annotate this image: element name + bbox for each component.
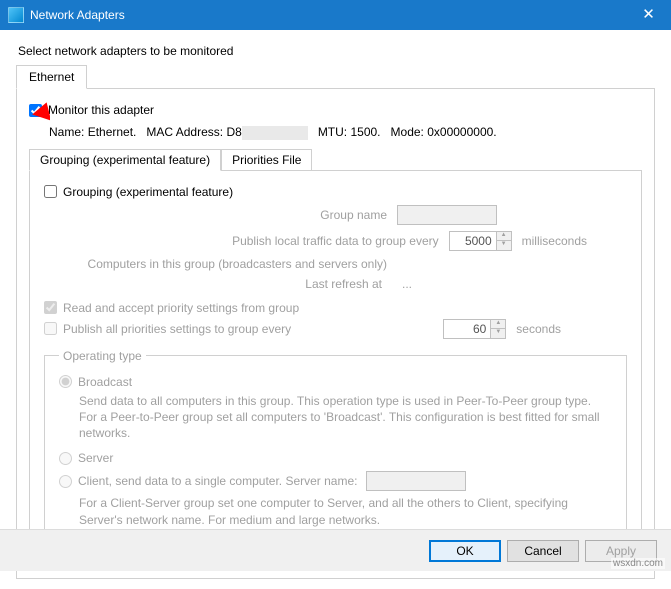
titlebar[interactable]: Network Adapters ✕	[0, 0, 671, 30]
watermark: wsxdn.com	[611, 558, 665, 569]
seconds-label: seconds	[516, 322, 561, 336]
publish-interval-label: Publish local traffic data to group ever…	[44, 234, 449, 248]
monitor-adapter-checkbox[interactable]	[29, 104, 42, 117]
read-accept-label: Read and accept priority settings from g…	[63, 301, 299, 315]
obscured-mac	[242, 126, 308, 140]
publish-interval-spinner[interactable]: ▲ ▼	[449, 231, 512, 251]
close-icon[interactable]: ✕	[626, 0, 671, 30]
read-accept-checkbox[interactable]	[44, 301, 57, 314]
monitor-adapter-row: Monitor this adapter	[29, 103, 642, 117]
operating-type-legend: Operating type	[59, 349, 146, 363]
window-title: Network Adapters	[30, 8, 626, 22]
server-name-input[interactable]	[366, 471, 466, 491]
client-radio[interactable]	[59, 475, 72, 488]
publish-all-input[interactable]	[443, 319, 491, 339]
cancel-button[interactable]: Cancel	[507, 540, 579, 562]
spinner-up-icon[interactable]: ▲	[491, 320, 505, 329]
tab-ethernet[interactable]: Ethernet	[16, 65, 87, 89]
broadcast-desc: Send data to all computers in this group…	[79, 393, 612, 442]
grouping-label: Grouping (experimental feature)	[63, 185, 233, 199]
server-radio[interactable]	[59, 452, 72, 465]
publish-interval-input[interactable]	[449, 231, 497, 251]
publish-all-label: Publish all priorities settings to group…	[63, 322, 443, 336]
tab-grouping[interactable]: Grouping (experimental feature)	[29, 149, 221, 171]
last-refresh-label: Last refresh at	[44, 277, 392, 291]
adapter-info-line: Name: Ethernet. MAC Address: D8 MTU: 150…	[49, 125, 642, 140]
group-name-input[interactable]	[397, 205, 497, 225]
milliseconds-label: milliseconds	[522, 234, 587, 248]
group-name-label: Group name	[44, 208, 397, 222]
computers-note: Computers in this group (broadcasters an…	[44, 257, 397, 271]
server-label: Server	[78, 451, 113, 465]
tab-priorities-file[interactable]: Priorities File	[221, 149, 312, 171]
client-label: Client, send data to a single computer. …	[78, 474, 358, 488]
broadcast-radio[interactable]	[59, 375, 72, 388]
ok-button[interactable]: OK	[429, 540, 501, 562]
spinner-down-icon[interactable]: ▼	[497, 241, 511, 250]
broadcast-label: Broadcast	[78, 375, 132, 389]
spinner-up-icon[interactable]: ▲	[497, 232, 511, 241]
spinner-down-icon[interactable]: ▼	[491, 329, 505, 338]
client-desc: For a Client-Server group set one comput…	[79, 495, 612, 527]
app-icon	[8, 7, 24, 23]
instruction-text: Select network adapters to be monitored	[18, 44, 655, 58]
publish-all-spinner[interactable]: ▲ ▼	[443, 319, 506, 339]
last-refresh-value: ...	[402, 277, 412, 291]
grouping-checkbox[interactable]	[44, 185, 57, 198]
operating-type-group: Operating type Broadcast Send data to al…	[44, 349, 627, 553]
button-bar: OK Cancel Apply	[0, 529, 671, 571]
publish-all-checkbox[interactable]	[44, 322, 57, 335]
monitor-adapter-label: Monitor this adapter	[48, 103, 154, 117]
